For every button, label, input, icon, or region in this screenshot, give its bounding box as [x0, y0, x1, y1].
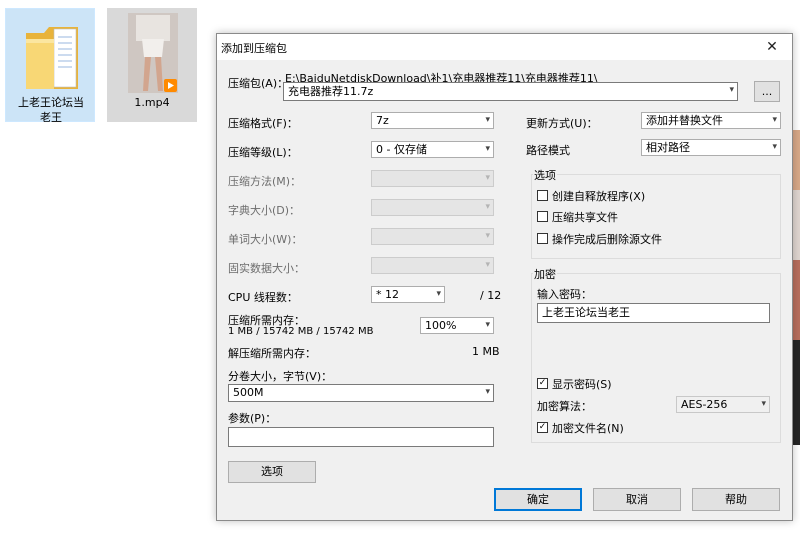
- folder-icon: [24, 17, 80, 96]
- chevron-down-icon[interactable]: ▾: [485, 142, 490, 157]
- split-size-label: 分卷大小，字节(V)：: [228, 370, 333, 383]
- encryption-method-value: AES-256: [681, 398, 728, 411]
- solid-size-select: ▾: [371, 257, 494, 274]
- shared-files-label: 压缩共享文件: [552, 211, 618, 224]
- options-group-title: 选项: [533, 167, 557, 183]
- cancel-button[interactable]: 取消: [593, 488, 681, 511]
- encrypt-filenames-checkbox[interactable]: ✓: [537, 422, 548, 433]
- desktop-video-file[interactable]: 1.mp4: [107, 8, 197, 122]
- delete-after-checkbox[interactable]: [537, 233, 548, 244]
- format-select[interactable]: 7z ▾: [371, 112, 494, 129]
- sfx-checkbox[interactable]: [537, 190, 548, 201]
- password-label: 输入密码：: [537, 288, 592, 301]
- word-size-label: 单词大小(W)：: [228, 233, 303, 246]
- method-label: 压缩方法(M)：: [228, 175, 302, 188]
- background-image-strip: [792, 130, 800, 190]
- path-mode-label: 路径模式: [526, 144, 570, 157]
- cpu-threads-value: * 12: [376, 288, 399, 301]
- chevron-down-icon: ▾: [485, 231, 490, 241]
- memory-percent-value: 100%: [425, 319, 457, 332]
- chevron-down-icon: ▾: [485, 260, 490, 270]
- split-size-value: 500M: [233, 386, 264, 399]
- background-image-strip: [792, 190, 800, 260]
- close-icon[interactable]: ✕: [752, 34, 792, 60]
- decompress-memory-value: 1 MB: [472, 345, 500, 358]
- memory-value: 1 MB / 15742 MB / 15742 MB: [228, 326, 374, 337]
- sfx-label: 创建自释放程序(X): [552, 190, 646, 203]
- chevron-down-icon[interactable]: ▾: [772, 140, 777, 155]
- path-mode-select[interactable]: 相对路径 ▾: [641, 139, 781, 156]
- desktop-folder[interactable]: 上老王论坛当老王: [5, 8, 95, 124]
- level-select[interactable]: 0 - 仅存储 ▾: [371, 141, 494, 158]
- dict-size-select: ▾: [371, 199, 494, 216]
- chevron-down-icon: ▾: [485, 173, 490, 183]
- parameters-label: 参数(P)：: [228, 412, 277, 425]
- chevron-down-icon[interactable]: ▾: [485, 318, 490, 333]
- browse-button[interactable]: ...: [754, 81, 780, 102]
- cpu-threads-label: CPU 线程数：: [228, 291, 298, 304]
- options-button[interactable]: 选项: [228, 461, 316, 483]
- archive-label: 压缩包(A)：: [228, 77, 289, 90]
- ok-button[interactable]: 确定: [494, 488, 582, 511]
- chevron-down-icon[interactable]: ▾: [485, 113, 490, 128]
- word-size-select: ▾: [371, 228, 494, 245]
- solid-size-label: 固实数据大小：: [228, 262, 305, 275]
- encryption-method-label: 加密算法：: [537, 400, 592, 413]
- title-bar: 添加到压缩包 ✕: [217, 34, 792, 60]
- video-thumbnail-icon: [128, 13, 178, 96]
- level-value: 0 - 仅存储: [376, 143, 427, 156]
- method-select: ▾: [371, 170, 494, 187]
- split-size-combo[interactable]: 500M ▾: [228, 384, 494, 402]
- video-label: 1.mp4: [134, 96, 170, 109]
- cpu-threads-total: / 12: [480, 289, 502, 302]
- background-image-strip: [792, 260, 800, 340]
- update-mode-select[interactable]: 添加并替换文件 ▾: [641, 112, 781, 129]
- folder-label: 上老王论坛当老王: [18, 96, 84, 124]
- shared-files-checkbox[interactable]: [537, 211, 548, 222]
- cpu-threads-select[interactable]: * 12 ▾: [371, 286, 445, 303]
- encrypt-filenames-label: 加密文件名(N): [552, 422, 624, 435]
- memory-percent-select[interactable]: 100% ▾: [420, 317, 494, 334]
- encryption-method-select[interactable]: AES-256 ▾: [676, 396, 770, 413]
- update-mode-value: 添加并替换文件: [646, 114, 723, 127]
- decompress-memory-label: 解压缩所需内存：: [228, 347, 316, 360]
- path-mode-value: 相对路径: [646, 141, 690, 154]
- archive-name-combo[interactable]: 充电器推荐11.7z ▾: [283, 82, 738, 101]
- chevron-down-icon[interactable]: ▾: [729, 83, 734, 98]
- level-label: 压缩等级(L)：: [228, 146, 298, 159]
- archive-name-value: 充电器推荐11.7z: [288, 85, 374, 98]
- dict-size-label: 字典大小(D)：: [228, 204, 301, 217]
- help-button[interactable]: 帮助: [692, 488, 780, 511]
- update-mode-label: 更新方式(U)：: [526, 117, 598, 130]
- show-password-checkbox[interactable]: ✓: [537, 378, 548, 389]
- show-password-label: 显示密码(S): [552, 378, 612, 391]
- delete-after-label: 操作完成后删除源文件: [552, 233, 662, 246]
- format-value: 7z: [376, 114, 389, 127]
- chevron-down-icon: ▾: [485, 202, 490, 212]
- chevron-down-icon[interactable]: ▾: [436, 287, 441, 302]
- format-label: 压缩格式(F)：: [228, 117, 298, 130]
- background-image-strip: [792, 340, 800, 445]
- add-to-archive-dialog: 添加到压缩包 ✕ 压缩包(A)： E:\BaiduNetdiskDownload…: [216, 33, 793, 521]
- chevron-down-icon[interactable]: ▾: [485, 385, 490, 400]
- chevron-down-icon[interactable]: ▾: [761, 397, 766, 412]
- dialog-title: 添加到压缩包: [221, 42, 287, 55]
- password-input[interactable]: 上老王论坛当老王: [537, 303, 770, 323]
- chevron-down-icon[interactable]: ▾: [772, 113, 777, 128]
- parameters-input[interactable]: [228, 427, 494, 447]
- encryption-group-title: 加密: [533, 266, 557, 282]
